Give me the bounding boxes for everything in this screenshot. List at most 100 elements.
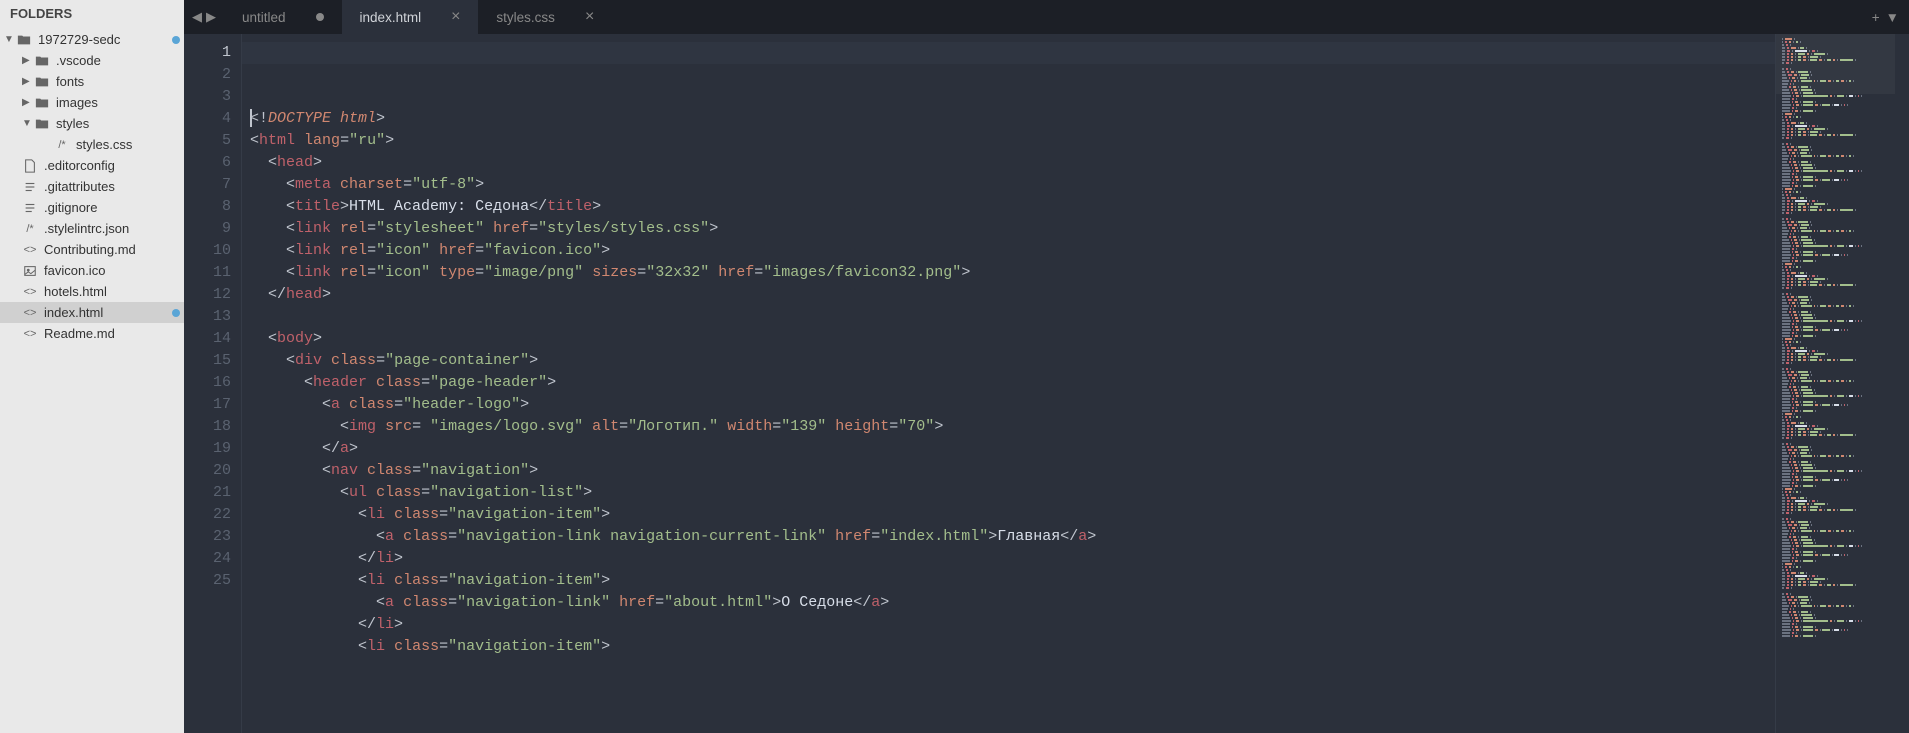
folder-item[interactable]: ▶ images: [0, 92, 184, 113]
nav-back-icon[interactable]: ◀: [192, 9, 202, 25]
line-number: 24: [184, 548, 231, 570]
code-line: </head>: [250, 284, 1775, 306]
line-number: 1: [184, 42, 231, 64]
file-tree: ▼1972729-sedc▶.vscode▶fonts▶images▼style…: [0, 27, 184, 346]
line-number: 23: [184, 526, 231, 548]
file-item[interactable]: .gitignore: [0, 197, 184, 218]
tab-history-nav: ◀ ▶: [184, 0, 224, 34]
code-line: </li>: [250, 614, 1775, 636]
chevron-down-icon[interactable]: ▼: [22, 118, 32, 129]
code-line: <ul class="navigation-list">: [250, 482, 1775, 504]
code-line: <!DOCTYPE html>: [250, 108, 1775, 130]
close-icon[interactable]: ×: [585, 9, 594, 25]
line-number: 9: [184, 218, 231, 240]
file-icon: [22, 159, 38, 173]
line-number: 11: [184, 262, 231, 284]
tree-item-label: .vscode: [56, 53, 180, 68]
folder-item[interactable]: ▼styles: [0, 113, 184, 134]
folder-icon: [16, 33, 32, 47]
code-icon: <>: [22, 328, 38, 340]
tree-item-label: Readme.md: [44, 326, 180, 341]
code-line: <link rel="icon" href="favicon.ico">: [250, 240, 1775, 262]
dirty-indicator-icon: [316, 13, 324, 21]
line-number: 3: [184, 86, 231, 108]
line-number: 21: [184, 482, 231, 504]
line-number: 10: [184, 240, 231, 262]
comment-icon: /*: [54, 139, 70, 151]
chevron-down-icon[interactable]: ▼: [4, 34, 14, 45]
line-number: 4: [184, 108, 231, 130]
new-tab-icon[interactable]: +: [1872, 10, 1880, 25]
tree-item-label: fonts: [56, 74, 180, 89]
minimap[interactable]: [1775, 34, 1895, 733]
tab[interactable]: untitled: [224, 0, 342, 34]
line-number: 17: [184, 394, 231, 416]
chevron-right-icon[interactable]: ▶: [22, 97, 32, 108]
tree-item-label: .editorconfig: [44, 158, 180, 173]
image-icon: [22, 264, 38, 278]
code-line: <html lang="ru">: [250, 130, 1775, 152]
tabs-container: untitled index.html×styles.css×: [224, 0, 612, 34]
tree-item-label: images: [56, 95, 180, 110]
code-line: <link rel="stylesheet" href="styles/styl…: [250, 218, 1775, 240]
line-number: 20: [184, 460, 231, 482]
file-item[interactable]: .gitattributes: [0, 176, 184, 197]
file-item[interactable]: <>hotels.html: [0, 281, 184, 302]
line-number: 12: [184, 284, 231, 306]
tab[interactable]: styles.css×: [478, 0, 612, 34]
file-item[interactable]: favicon.ico: [0, 260, 184, 281]
folder-icon: [34, 117, 50, 131]
code-line: </a>: [250, 438, 1775, 460]
nav-forward-icon[interactable]: ▶: [206, 9, 216, 25]
minimap-viewport[interactable]: [1776, 34, 1895, 94]
tree-item-label: styles.css: [76, 137, 180, 152]
main-pane: ◀ ▶ untitled index.html×styles.css× + ▼ 1…: [184, 0, 1909, 733]
code-line: <li class="navigation-item">: [250, 570, 1775, 592]
file-item[interactable]: .editorconfig: [0, 155, 184, 176]
line-number: 16: [184, 372, 231, 394]
line-number: 25: [184, 570, 231, 592]
folder-icon: [34, 96, 50, 110]
close-icon[interactable]: ×: [451, 9, 460, 25]
code-line: <title>HTML Academy: Седона</title>: [250, 196, 1775, 218]
code-line: <li class="navigation-item">: [250, 636, 1775, 658]
sidebar: FOLDERS ▼1972729-sedc▶.vscode▶fonts▶imag…: [0, 0, 184, 733]
tab-label: untitled: [242, 10, 286, 25]
code-icon: <>: [22, 307, 38, 319]
folder-item[interactable]: ▶ .vscode: [0, 50, 184, 71]
folder-icon: [34, 54, 50, 68]
line-number: 6: [184, 152, 231, 174]
folder-item[interactable]: ▶ fonts: [0, 71, 184, 92]
dirty-indicator-icon: [172, 36, 180, 44]
line-number: 2: [184, 64, 231, 86]
comment-icon: /*: [22, 223, 38, 235]
line-number-gutter: 1234567891011121314151617181920212223242…: [184, 34, 242, 733]
chevron-right-icon[interactable]: ▶: [22, 55, 32, 66]
tab-dropdown-icon[interactable]: ▼: [1886, 10, 1899, 25]
app-root: FOLDERS ▼1972729-sedc▶.vscode▶fonts▶imag…: [0, 0, 1909, 733]
active-line-highlight: [242, 42, 1775, 64]
code-line: <head>: [250, 152, 1775, 174]
tree-item-label: favicon.ico: [44, 263, 180, 278]
file-item[interactable]: <> index.html: [0, 302, 184, 323]
file-item[interactable]: <> Readme.md: [0, 323, 184, 344]
code-line: <a class="navigation-link" href="about.h…: [250, 592, 1775, 614]
code-line: <nav class="navigation">: [250, 460, 1775, 482]
code-line: <img src= "images/logo.svg" alt="Логотип…: [250, 416, 1775, 438]
tab[interactable]: index.html×: [342, 0, 479, 34]
editor[interactable]: 1234567891011121314151617181920212223242…: [184, 34, 1909, 733]
code-line: </li>: [250, 548, 1775, 570]
tree-item-label: index.html: [44, 305, 168, 320]
code-line: <body>: [250, 328, 1775, 350]
code-icon: <>: [22, 244, 38, 256]
line-number: 14: [184, 328, 231, 350]
file-item[interactable]: /* styles.css: [0, 134, 184, 155]
code-line: <header class="page-header">: [250, 372, 1775, 394]
folder-item[interactable]: ▼1972729-sedc: [0, 29, 184, 50]
code-area[interactable]: <!DOCTYPE html><html lang="ru"> <head> <…: [242, 34, 1775, 733]
vertical-scrollbar[interactable]: [1895, 34, 1909, 733]
file-item[interactable]: <>Contributing.md: [0, 239, 184, 260]
line-number: 19: [184, 438, 231, 460]
chevron-right-icon[interactable]: ▶: [22, 76, 32, 87]
file-item[interactable]: /*.stylelintrc.json: [0, 218, 184, 239]
